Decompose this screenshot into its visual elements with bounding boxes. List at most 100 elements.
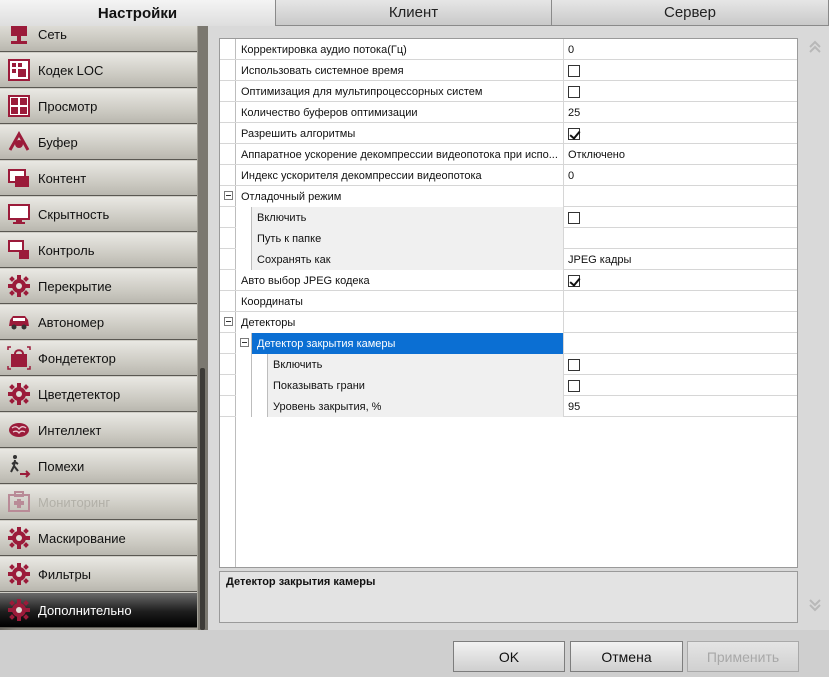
indent-gutter bbox=[252, 375, 268, 396]
control-icon bbox=[6, 237, 32, 263]
indent-gutter bbox=[236, 396, 252, 417]
sidebar-item-label: Контент bbox=[38, 170, 87, 186]
property-value[interactable]: 25 bbox=[564, 102, 797, 123]
sidebar-item-11[interactable]: Интеллект bbox=[0, 412, 197, 448]
sidebar-item-2[interactable]: Просмотр bbox=[0, 88, 197, 124]
property-checkbox[interactable] bbox=[568, 358, 580, 371]
sidebar-item-0[interactable]: Сеть bbox=[0, 26, 197, 52]
property-value[interactable]: Отключено bbox=[564, 144, 797, 165]
property-row[interactable]: Количество буферов оптимизации 25 bbox=[220, 102, 797, 123]
property-checkbox[interactable] bbox=[568, 379, 580, 392]
property-name: Использовать системное время bbox=[236, 60, 564, 81]
property-row[interactable]: Детекторы bbox=[220, 312, 797, 333]
gear-icon bbox=[6, 597, 32, 623]
ok-button[interactable]: OK bbox=[453, 641, 565, 672]
sidebar-item-6[interactable]: Контроль bbox=[0, 232, 197, 268]
property-name: Путь к папке bbox=[252, 228, 564, 249]
property-row[interactable]: Разрешить алгоритмы bbox=[220, 123, 797, 144]
property-name: Координаты bbox=[236, 291, 564, 312]
sidebar-item-4[interactable]: Контент bbox=[0, 160, 197, 196]
apply-button[interactable]: Применить bbox=[687, 641, 799, 672]
tab-settings[interactable]: Настройки bbox=[0, 0, 276, 26]
property-row[interactable]: Уровень закрытия, % 95 bbox=[220, 396, 797, 417]
property-row[interactable]: Включить bbox=[220, 354, 797, 375]
sidebar-item-7[interactable]: Перекрытие bbox=[0, 268, 197, 304]
sidebar-item-9[interactable]: Фондетектор bbox=[0, 340, 197, 376]
sidebar-item-16[interactable]: Дополнительно bbox=[0, 592, 197, 628]
property-value[interactable] bbox=[564, 186, 797, 207]
sidebar-item-8[interactable]: Автономер bbox=[0, 304, 197, 340]
property-checkbox-cell[interactable] bbox=[564, 270, 797, 291]
sidebar-item-15[interactable]: Фильтры bbox=[0, 556, 197, 592]
property-row[interactable]: Авто выбор JPEG кодека bbox=[220, 270, 797, 291]
property-checkbox-cell[interactable] bbox=[564, 375, 797, 396]
property-row[interactable]: Корректировка аудио потока(Гц) 0 bbox=[220, 39, 797, 60]
property-checkbox-cell[interactable] bbox=[564, 60, 797, 81]
property-checkbox-cell[interactable] bbox=[564, 123, 797, 144]
collapse-icon[interactable] bbox=[224, 317, 233, 326]
property-row[interactable]: Оптимизация для мультипроцессорных систе… bbox=[220, 81, 797, 102]
scroll-down-icon[interactable] bbox=[808, 598, 822, 612]
sidebar-item-1[interactable]: Кодек LOC bbox=[0, 52, 197, 88]
sidebar-scrollbar-thumb[interactable] bbox=[200, 368, 205, 630]
sidebar-item-13[interactable]: Мониторинг bbox=[0, 484, 197, 520]
property-row[interactable]: Показывать грани bbox=[220, 375, 797, 396]
property-checkbox[interactable] bbox=[568, 127, 580, 140]
property-name: Показывать грани bbox=[268, 375, 564, 396]
tab-server[interactable]: Сервер bbox=[552, 0, 829, 26]
brain-icon bbox=[6, 417, 32, 443]
property-value[interactable]: 95 bbox=[564, 396, 797, 417]
property-checkbox[interactable] bbox=[568, 211, 580, 224]
collapse-icon[interactable] bbox=[240, 338, 249, 347]
sidebar: Сеть Кодек LOC Просмотр Буфер Контент Скрытно… bbox=[0, 26, 208, 630]
sidebar-item-10[interactable]: Цветдетектор bbox=[0, 376, 197, 412]
indent-gutter bbox=[252, 396, 268, 417]
property-row[interactable]: Использовать системное время bbox=[220, 60, 797, 81]
tab-client[interactable]: Клиент bbox=[276, 0, 552, 26]
property-row[interactable]: Отладочный режим bbox=[220, 186, 797, 207]
property-grid: Корректировка аудио потока(Гц) 0 Использов… bbox=[219, 38, 798, 568]
property-row[interactable]: Индекс ускорителя декомпрессии видеопото… bbox=[220, 165, 797, 186]
sidebar-item-5[interactable]: Скрытность bbox=[0, 196, 197, 232]
property-value[interactable] bbox=[564, 312, 797, 333]
property-name: Индекс ускорителя декомпрессии видеопото… bbox=[236, 165, 564, 186]
property-name: Количество буферов оптимизации bbox=[236, 102, 564, 123]
property-checkbox-cell[interactable] bbox=[564, 81, 797, 102]
property-checkbox[interactable] bbox=[568, 64, 580, 77]
property-value[interactable] bbox=[564, 228, 797, 249]
property-value[interactable] bbox=[564, 333, 797, 354]
gear-icon bbox=[6, 525, 32, 551]
gear-icon bbox=[6, 381, 32, 407]
property-row[interactable]: Путь к папке bbox=[220, 228, 797, 249]
cancel-button[interactable]: Отмена bbox=[570, 641, 683, 672]
property-row[interactable]: Сохранять как JPEG кадры bbox=[220, 249, 797, 270]
panel-scrollbar[interactable] bbox=[804, 38, 826, 623]
sidebar-item-14[interactable]: Маскирование bbox=[0, 520, 197, 556]
property-name: Аппаратное ускорение декомпрессии видеоп… bbox=[236, 144, 564, 165]
property-value[interactable] bbox=[564, 291, 797, 312]
property-checkbox[interactable] bbox=[568, 85, 580, 98]
sidebar-item-label: Кодек LOC bbox=[38, 62, 104, 78]
scroll-up-icon[interactable] bbox=[808, 40, 822, 54]
indent-gutter bbox=[252, 354, 268, 375]
property-value[interactable]: JPEG кадры bbox=[564, 249, 797, 270]
sidebar-item-label: Маскирование bbox=[38, 530, 126, 546]
sidebar-item-3[interactable]: Буфер bbox=[0, 124, 197, 160]
property-checkbox-cell[interactable] bbox=[564, 354, 797, 375]
codec-icon bbox=[6, 57, 32, 83]
property-row[interactable]: Включить bbox=[220, 207, 797, 228]
property-row[interactable]: Координаты bbox=[220, 291, 797, 312]
property-row[interactable]: Детектор закрытия камеры bbox=[220, 333, 797, 354]
property-checkbox[interactable] bbox=[568, 274, 580, 287]
property-name: Отладочный режим bbox=[236, 186, 564, 207]
sidebar-item-12[interactable]: Помехи bbox=[0, 448, 197, 484]
property-value[interactable]: 0 bbox=[564, 39, 797, 60]
property-name: Авто выбор JPEG кодека bbox=[236, 270, 564, 291]
property-checkbox-cell[interactable] bbox=[564, 207, 797, 228]
collapse-icon[interactable] bbox=[224, 191, 233, 200]
indent-gutter bbox=[236, 354, 252, 375]
property-value[interactable]: 0 bbox=[564, 165, 797, 186]
property-name: Детекторы bbox=[236, 312, 564, 333]
property-row[interactable]: Аппаратное ускорение декомпрессии видеоп… bbox=[220, 144, 797, 165]
bag-icon bbox=[6, 345, 32, 371]
